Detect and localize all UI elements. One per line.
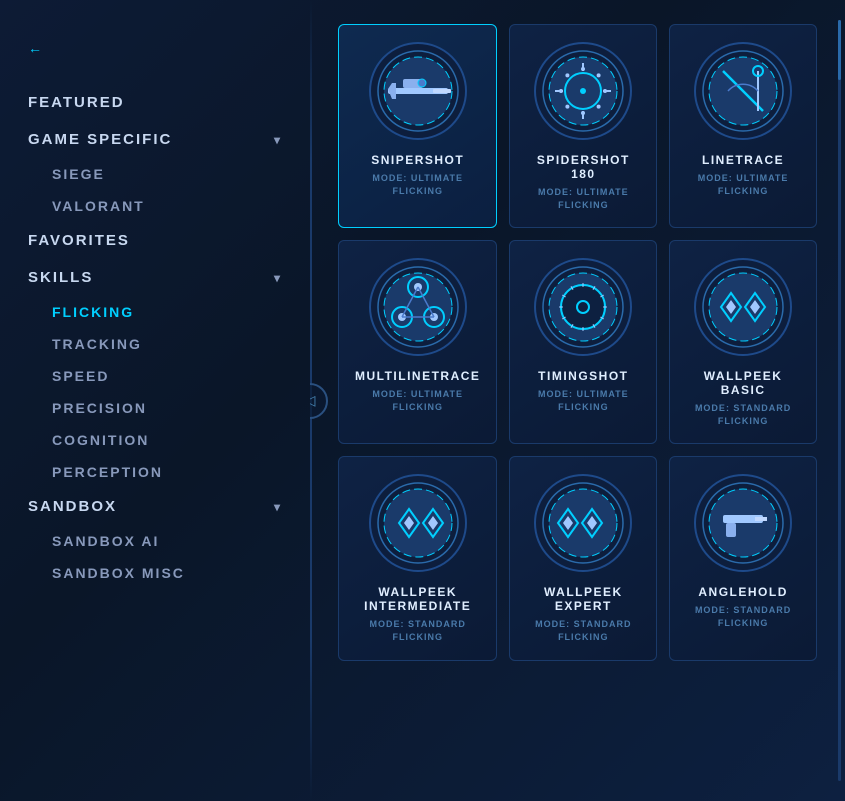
back-arrow-icon: ←: [28, 40, 43, 56]
task-name-anglehold: ANGLEHOLD: [698, 585, 788, 599]
task-icon-wallpeek_intermediate: [368, 473, 468, 573]
chevron-down-icon: ▾: [274, 133, 282, 147]
task-icon-multilinetrace: [368, 257, 468, 357]
sidebar-item-label-sandbox: SANDBOX: [28, 498, 117, 515]
sidebar-subitem-flicking[interactable]: FLICKING: [28, 296, 282, 328]
task-name-multilinetrace: MULTILINETRACE: [355, 369, 480, 383]
task-name-linetrace: LINETRACE: [702, 153, 784, 167]
sidebar-item-label-skills: SKILLS: [28, 269, 93, 286]
task-mode-wallpeek_basic: MODE: STANDARD FLICKING: [695, 402, 791, 427]
scroll-thumb[interactable]: [838, 20, 841, 80]
page-container: ← FEATURED GAME SPECIFIC ▾ SIEGEVALORANT FAV…: [0, 0, 845, 801]
task-mode-multilinetrace: MODE: ULTIMATE FLICKING: [372, 388, 463, 413]
main-content: ◁ SNIPERSHOTMODE: ULTIMATE FLICKINGSPIDE…: [310, 0, 845, 801]
sidebar-item-featured[interactable]: FEATURED: [28, 84, 282, 121]
sidebar-item-sandbox[interactable]: SANDBOX ▾: [28, 488, 282, 525]
task-card-timingshot[interactable]: TIMINGSHOT MODE: ULTIMATE FLICKING: [509, 240, 657, 444]
sidebar-item-label-favorites: FAVORITES: [28, 232, 130, 249]
chevron-down-icon: ▾: [274, 500, 282, 514]
sidebar-item-label-featured: FEATURED: [28, 94, 125, 111]
sidebar-item-favorites[interactable]: FAVORITES: [28, 222, 282, 259]
sidebar-item-game_specific[interactable]: GAME SPECIFIC ▾: [28, 121, 282, 158]
sidebar-subitem-sandbox_misc[interactable]: SANDBOX MISC: [28, 557, 282, 589]
task-mode-wallpeek_expert: MODE: STANDARD FLICKING: [535, 618, 631, 643]
task-name-wallpeek_expert: WALLPEEK EXPERT: [526, 585, 640, 613]
sidebar-subitem-precision[interactable]: PRECISION: [28, 392, 282, 424]
sidebar: ← FEATURED GAME SPECIFIC ▾ SIEGEVALORANT FAV…: [0, 0, 310, 801]
task-card-spidershot_180[interactable]: SPIDERSHOT 180 MODE: ULTIMATE FLICKING: [509, 24, 657, 228]
task-mode-snipershot: MODE: ULTIMATE FLICKING: [372, 172, 463, 197]
sidebar-subitem-valorant[interactable]: VALORANT: [28, 190, 282, 222]
task-card-wallpeek_expert[interactable]: WALLPEEK EXPERT MODE: STANDARD FLICKING: [509, 456, 657, 660]
task-mode-wallpeek_intermediate: MODE: STANDARD FLICKING: [370, 618, 466, 643]
sidebar-subitem-sandbox_ai[interactable]: SANDBOX AI: [28, 525, 282, 557]
task-icon-snipershot: [368, 41, 468, 141]
task-card-snipershot[interactable]: SNIPERSHOT MODE: ULTIMATE FLICKING: [338, 24, 497, 228]
back-button[interactable]: ←: [28, 40, 282, 56]
task-icon-anglehold: [693, 473, 793, 573]
task-mode-timingshot: MODE: ULTIMATE FLICKING: [538, 388, 629, 413]
task-mode-anglehold: MODE: STANDARD FLICKING: [695, 604, 791, 629]
sidebar-subitem-perception[interactable]: PERCEPTION: [28, 456, 282, 488]
task-grid: SNIPERSHOTMODE: ULTIMATE FLICKINGSPIDERS…: [338, 24, 817, 661]
chevron-down-icon: ▾: [274, 271, 282, 285]
task-name-wallpeek_basic: WALLPEEK BASIC: [686, 369, 800, 397]
task-name-spidershot_180: SPIDERSHOT 180: [526, 153, 640, 181]
task-card-linetrace[interactable]: LINETRACE MODE: ULTIMATE FLICKING: [669, 24, 817, 228]
task-card-multilinetrace[interactable]: MULTILINETRACE MODE: ULTIMATE FLICKING: [338, 240, 497, 444]
sidebar-item-skills[interactable]: SKILLS ▾: [28, 259, 282, 296]
task-icon-linetrace: [693, 41, 793, 141]
task-mode-linetrace: MODE: ULTIMATE FLICKING: [698, 172, 789, 197]
nav-prev-button[interactable]: ◁: [310, 383, 328, 419]
sidebar-subitem-tracking[interactable]: TRACKING: [28, 328, 282, 360]
task-name-wallpeek_intermediate: WALLPEEK INTERMEDIATE: [355, 585, 480, 613]
task-card-anglehold[interactable]: ANGLEHOLD MODE: STANDARD FLICKING: [669, 456, 817, 660]
task-card-wallpeek_basic[interactable]: WALLPEEK BASIC MODE: STANDARD FLICKING: [669, 240, 817, 444]
task-mode-spidershot_180: MODE: ULTIMATE FLICKING: [538, 186, 629, 211]
sidebar-subitem-siege[interactable]: SIEGE: [28, 158, 282, 190]
task-name-timingshot: TIMINGSHOT: [538, 369, 628, 383]
sidebar-subitem-cognition[interactable]: COGNITION: [28, 424, 282, 456]
task-name-snipershot: SNIPERSHOT: [371, 153, 464, 167]
task-icon-spidershot_180: [533, 41, 633, 141]
task-icon-wallpeek_basic: [693, 257, 793, 357]
task-card-wallpeek_intermediate[interactable]: WALLPEEK INTERMEDIATE MODE: STANDARD FLIC…: [338, 456, 497, 660]
sidebar-subitem-speed[interactable]: SPEED: [28, 360, 282, 392]
task-icon-wallpeek_expert: [533, 473, 633, 573]
task-icon-timingshot: [533, 257, 633, 357]
sidebar-item-label-game_specific: GAME SPECIFIC: [28, 131, 172, 148]
scroll-track[interactable]: [838, 20, 841, 781]
nav-section: FEATURED GAME SPECIFIC ▾ SIEGEVALORANT FAVOR…: [28, 84, 282, 589]
